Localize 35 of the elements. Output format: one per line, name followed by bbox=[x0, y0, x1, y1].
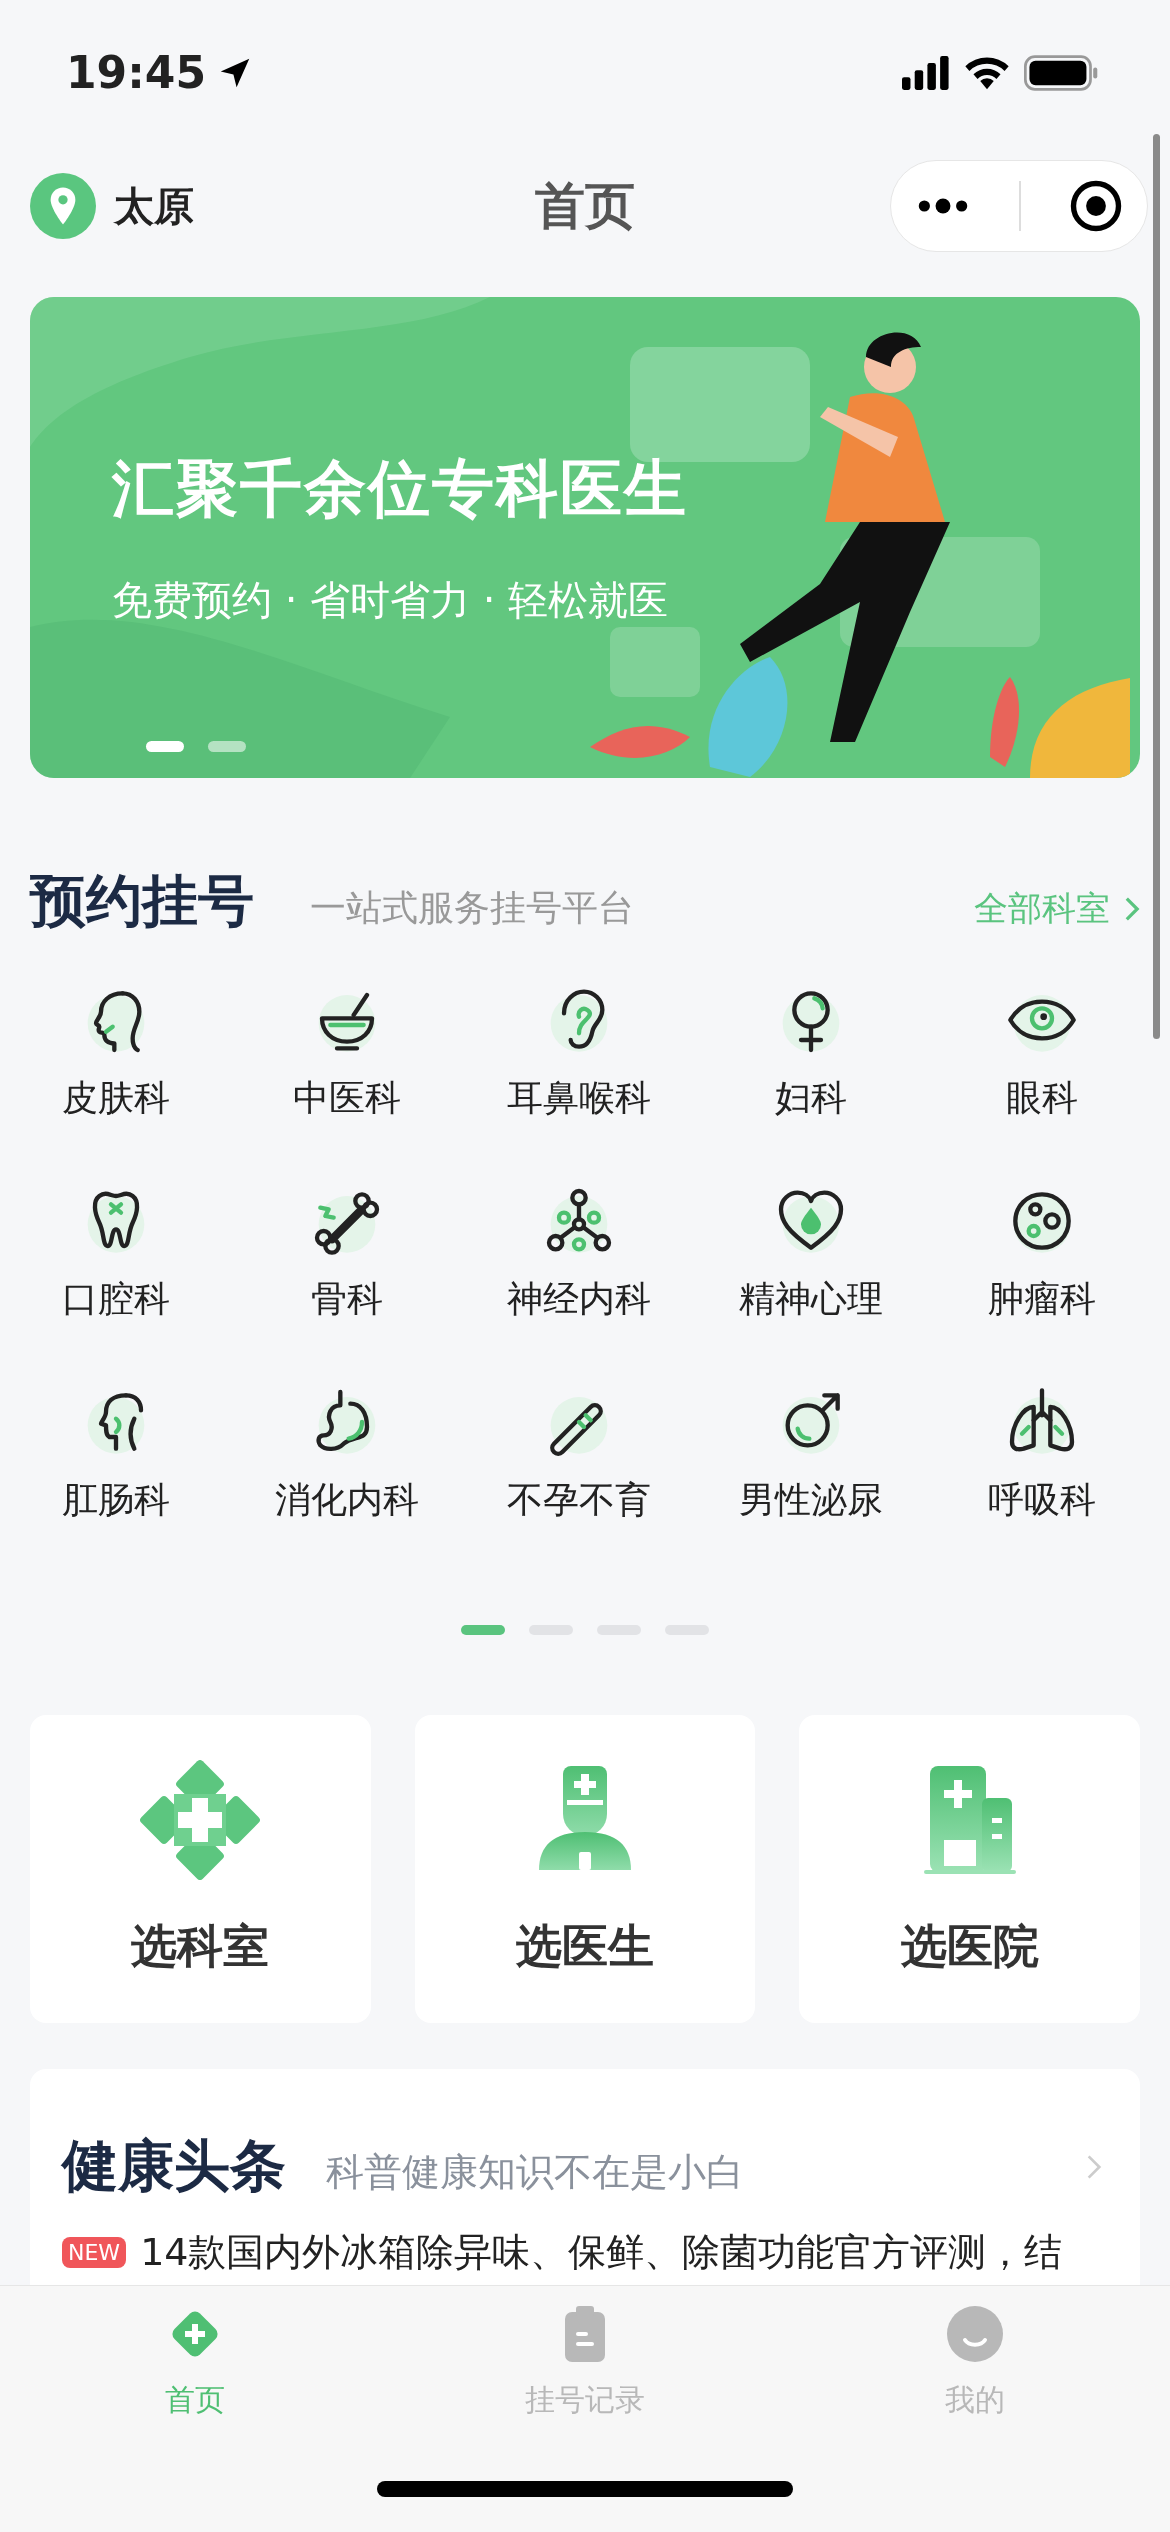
department-label[interactable]: 精神心理 bbox=[738, 1275, 883, 1324]
department-label[interactable]: 神经内科 bbox=[507, 1275, 651, 1324]
smile-icon bbox=[945, 2304, 1005, 2364]
headline-text[interactable]: 14款国内外冰箱除异味、保鲜、除菌功能官方评测，结 bbox=[140, 2227, 1063, 2278]
wifi-icon bbox=[964, 55, 1010, 90]
section-subtitle: 一站式服务挂号平台 bbox=[310, 886, 635, 930]
department-label[interactable]: 肛肠科 bbox=[61, 1476, 170, 1525]
department-label[interactable]: 妇科 bbox=[774, 1074, 847, 1123]
headlines-title: 健康头条 bbox=[62, 2132, 286, 2200]
headlines-subtitle: 科普健康知识不在是小白 bbox=[326, 2149, 745, 2196]
page-title: 首页 bbox=[535, 175, 635, 237]
close-target-icon[interactable] bbox=[1068, 179, 1123, 233]
department-label[interactable]: 肿瘤科 bbox=[988, 1275, 1097, 1324]
signal-icon bbox=[902, 55, 950, 90]
banner-subtitle: 免费预约 · 省时省力 · 轻松就医 bbox=[112, 576, 669, 625]
section-title: 预约挂号 bbox=[30, 867, 254, 935]
department-label[interactable]: 不孕不育 bbox=[507, 1476, 651, 1525]
department-label[interactable]: 呼吸科 bbox=[988, 1476, 1097, 1525]
department-label[interactable]: 耳鼻喉科 bbox=[507, 1074, 651, 1123]
banner-title: 汇聚千余位专科医生 bbox=[112, 451, 688, 527]
entry-card[interactable]: 选医院 bbox=[799, 1715, 1140, 2023]
cross-emblem-icon bbox=[140, 1760, 261, 1880]
new-badge: NEW bbox=[62, 2237, 127, 2268]
department-label[interactable]: 口腔科 bbox=[61, 1275, 170, 1324]
entry-card[interactable]: 选医生 bbox=[414, 1715, 756, 2023]
city-name[interactable]: 太原 bbox=[114, 178, 194, 234]
department-label[interactable]: 眼科 bbox=[1006, 1074, 1079, 1123]
department-label[interactable]: 骨科 bbox=[311, 1275, 384, 1324]
department-label[interactable]: 男性泌尿 bbox=[738, 1476, 883, 1525]
battery-icon bbox=[1024, 54, 1100, 91]
department-label[interactable]: 消化内科 bbox=[275, 1476, 420, 1525]
department-label[interactable]: 中医科 bbox=[293, 1074, 402, 1123]
entry-card[interactable]: 选科室 bbox=[30, 1715, 371, 2023]
department-label[interactable]: 皮肤科 bbox=[61, 1074, 170, 1123]
status-time: 19:45 bbox=[66, 47, 207, 98]
